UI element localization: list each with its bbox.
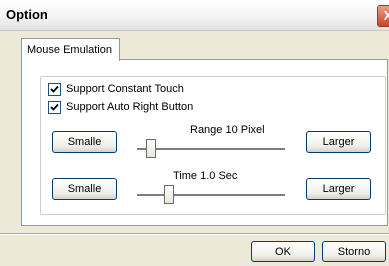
auto-right-button-checkbox[interactable] — [48, 100, 61, 114]
checkmark-icon — [50, 103, 59, 111]
close-icon[interactable]: X — [377, 5, 389, 27]
time-smaller-label: Smalle — [67, 183, 102, 195]
ok-button[interactable]: OK — [251, 241, 315, 262]
tab-mouse-emulation[interactable]: Mouse Emulation — [21, 38, 120, 61]
time-smaller-button[interactable]: Smalle — [52, 178, 117, 200]
constant-touch-label: Support Constant Touch — [66, 83, 184, 95]
time-larger-button[interactable]: Larger — [306, 178, 371, 200]
range-slider-track[interactable] — [137, 148, 285, 151]
constant-touch-row[interactable]: Support Constant Touch — [48, 82, 184, 96]
checkmark-icon — [50, 85, 59, 93]
range-slider-thumb[interactable] — [146, 139, 156, 158]
range-larger-label: Larger — [322, 136, 355, 148]
range-caption: Range 10 Pixel — [190, 124, 265, 136]
range-larger-button[interactable]: Larger — [306, 131, 371, 153]
time-slider-track[interactable] — [137, 194, 285, 197]
time-caption: Time 1.0 Sec — [173, 170, 238, 182]
title-bar: Option X — [0, 0, 389, 31]
ok-label: OK — [275, 245, 291, 258]
cancel-button[interactable]: Storno — [322, 241, 386, 262]
tab-label: Mouse Emulation — [27, 44, 112, 56]
auto-right-button-row[interactable]: Support Auto Right Button — [48, 100, 193, 114]
range-smaller-label: Smalle — [67, 136, 102, 148]
time-larger-label: Larger — [322, 183, 355, 195]
constant-touch-checkbox[interactable] — [48, 82, 61, 96]
window-title: Option — [6, 7, 48, 22]
time-slider-thumb[interactable] — [164, 185, 174, 204]
cancel-label: Storno — [337, 245, 371, 258]
footer-separator — [0, 233, 389, 235]
auto-right-button-label: Support Auto Right Button — [66, 101, 194, 113]
range-smaller-button[interactable]: Smalle — [52, 131, 117, 153]
